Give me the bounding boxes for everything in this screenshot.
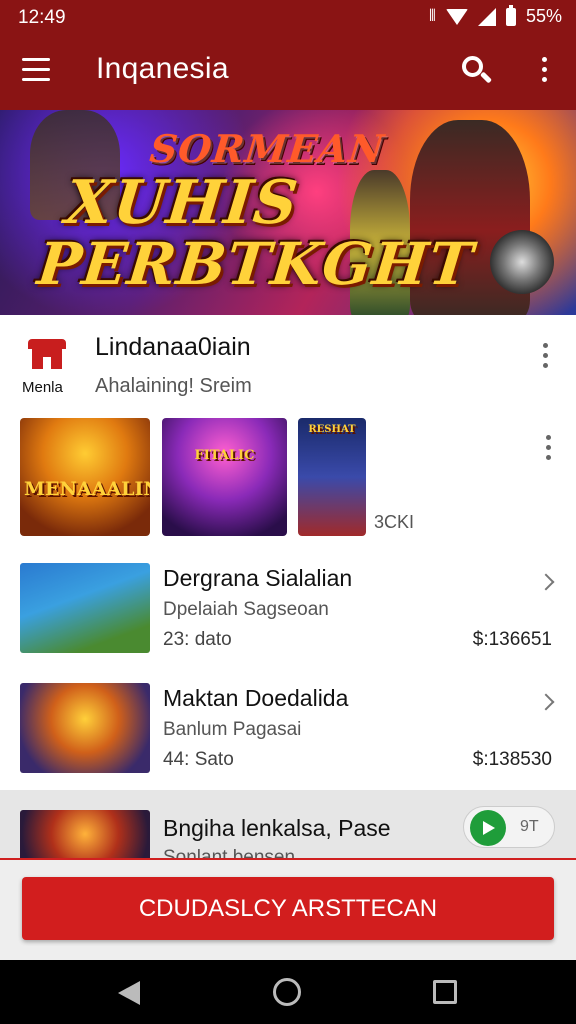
recents-icon[interactable] bbox=[433, 980, 457, 1004]
status-time: 12:49 bbox=[18, 7, 66, 28]
shield-image bbox=[490, 230, 554, 294]
signal-icon bbox=[477, 7, 496, 26]
overflow-menu-icon[interactable] bbox=[538, 57, 550, 82]
wifi-icon bbox=[445, 8, 468, 25]
status-icons: ⦀ 55% bbox=[428, 4, 562, 27]
app-bar: Inqanesia bbox=[0, 36, 576, 110]
hero-banner[interactable]: SORMEAN XUHIS PERBTKGHT bbox=[0, 110, 576, 315]
vibrate-icon: ⦀ bbox=[428, 7, 436, 25]
app-title: Inqanesia bbox=[96, 52, 229, 85]
thumbnail-menu-icon[interactable] bbox=[542, 435, 554, 460]
primary-action-button[interactable]: CDUDASLCY ARSTTECAN bbox=[22, 877, 554, 940]
hero-title-line3: PERBTKGHT bbox=[34, 230, 477, 298]
status-bar: 12:49 ⦀ 55% bbox=[0, 0, 576, 36]
list-item[interactable]: Dergrana Sialalian Dpelaiah Sagseoan 23:… bbox=[0, 563, 576, 683]
thumbnail-caption: RESHAT bbox=[308, 424, 356, 435]
game-thumbnail[interactable]: FITALIC bbox=[162, 418, 287, 536]
brand-logo: Menla bbox=[22, 337, 72, 397]
chevron-right-icon bbox=[537, 693, 555, 711]
thumbnail-caption: FITALIC bbox=[194, 448, 255, 463]
list-item-image bbox=[20, 563, 150, 653]
thumbnail-strip: MENAAALIN FITALIC RESHAT 3CKI bbox=[20, 418, 551, 536]
list-item[interactable]: Bngiha lenkalsa, Pase Sonlant bensen 9T bbox=[0, 790, 576, 860]
list-item-title: Maktan Doedalida bbox=[163, 685, 349, 711]
back-icon[interactable] bbox=[118, 981, 140, 1005]
play-toggle[interactable]: 9T bbox=[463, 806, 555, 848]
battery-percent: 55% bbox=[525, 6, 562, 26]
list-item-title: Dergrana Sialalian bbox=[163, 565, 353, 591]
more-count: 3CKI bbox=[374, 512, 415, 532]
game-thumbnail[interactable]: MENAAALIN bbox=[20, 418, 150, 536]
store-icon bbox=[28, 339, 66, 349]
section-subheading: Ahalaining! Sreim bbox=[95, 375, 252, 397]
list-item[interactable]: Maktan Doedalida Banlum Pagasai 44: Sato… bbox=[0, 683, 576, 803]
chevron-right-icon bbox=[537, 573, 555, 591]
list-item-meta: 23: dato bbox=[163, 629, 232, 650]
section-menu-icon[interactable] bbox=[539, 343, 551, 368]
battery-icon bbox=[505, 4, 516, 26]
thumbnail-caption: MENAAALIN bbox=[24, 478, 150, 500]
content-card: Menla Lindanaa0iain Ahalaining! Sreim ME… bbox=[0, 315, 576, 795]
list-item-subtitle: Dpelaiah Sagseoan bbox=[163, 599, 329, 620]
footer: CDUDASLCY ARSTTECAN bbox=[0, 860, 576, 960]
list-item-price: $:138530 bbox=[472, 749, 552, 770]
list-item-price: $:136651 bbox=[472, 629, 552, 650]
list-item-image bbox=[20, 810, 150, 860]
list-item-subtitle: Banlum Pagasai bbox=[163, 719, 302, 740]
search-icon[interactable] bbox=[460, 54, 494, 88]
list-item-title: Bngiha lenkalsa, Pase bbox=[163, 815, 391, 841]
hero-title-line1: SORMEAN bbox=[147, 126, 387, 171]
game-thumbnail[interactable]: RESHAT bbox=[298, 418, 366, 536]
play-icon[interactable] bbox=[470, 810, 506, 846]
brand-label: Menla bbox=[22, 379, 63, 396]
hero-title-line2: XUHIS bbox=[62, 168, 302, 238]
list-item-image bbox=[20, 683, 150, 773]
section-heading: Lindanaa0iain bbox=[95, 333, 251, 361]
home-icon[interactable] bbox=[273, 978, 301, 1006]
system-nav-bar bbox=[0, 960, 576, 1024]
toggle-value: 9T bbox=[520, 818, 539, 835]
list-item-meta: 44: Sato bbox=[163, 749, 234, 770]
menu-icon[interactable] bbox=[22, 58, 50, 82]
